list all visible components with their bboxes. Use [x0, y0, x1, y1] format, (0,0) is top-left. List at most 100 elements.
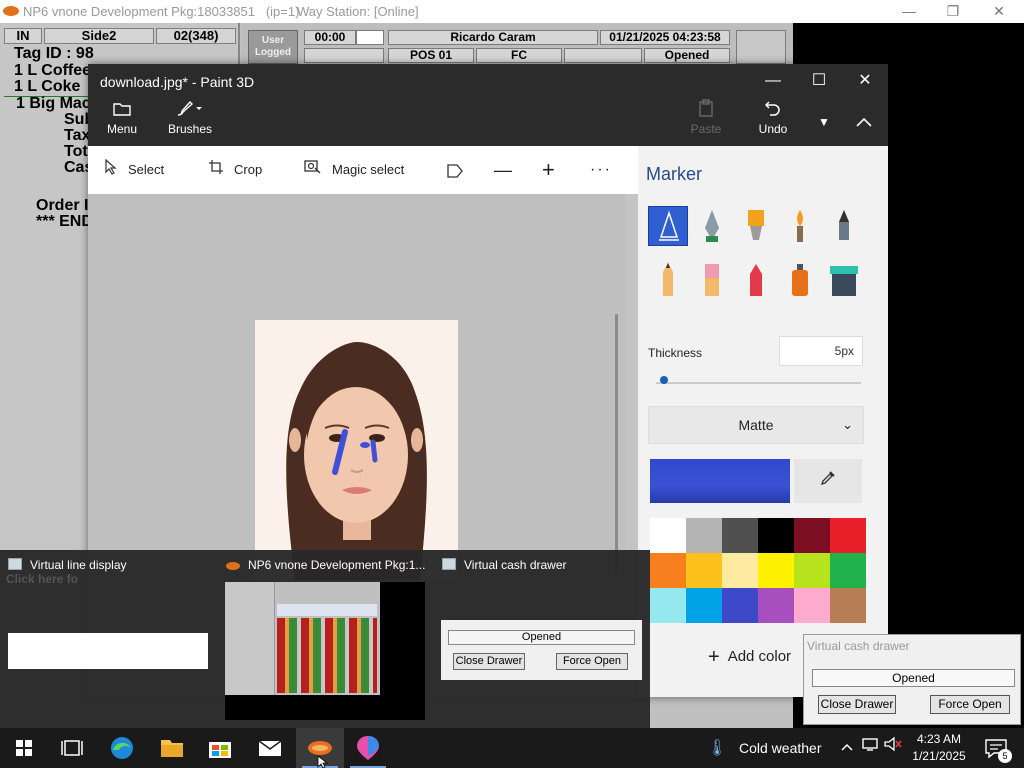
system-clock[interactable]: 4:23 AM 1/21/2025	[906, 731, 972, 765]
preview-thumbnail[interactable]: Opened Close Drawer Force Open	[441, 620, 642, 680]
edge-taskbar-button[interactable]	[98, 728, 146, 768]
user-logged-button[interactable]: User Logged	[248, 30, 298, 64]
way-station-status: Way Station: [Online]	[297, 4, 419, 19]
pos-side-button[interactable]	[736, 30, 786, 64]
brushes-button[interactable]: Brushes	[164, 98, 216, 146]
color-swatch[interactable]	[758, 588, 794, 623]
more-options-icon[interactable]: ···	[590, 146, 612, 194]
watercolor-brush[interactable]	[780, 206, 820, 246]
menu-label: Menu	[106, 122, 138, 136]
weather-widget[interactable]: 🌡 Cold weather	[707, 728, 822, 768]
current-color-swatch[interactable]	[650, 459, 790, 503]
maximize-icon[interactable]: ☐	[796, 64, 842, 98]
preview-thumbnail[interactable]	[8, 633, 208, 669]
color-swatch[interactable]	[686, 588, 722, 623]
mail-button[interactable]	[246, 728, 294, 768]
close-drawer-button[interactable]: Close Drawer	[818, 695, 896, 714]
color-swatch[interactable]	[758, 553, 794, 588]
spray-can-brush[interactable]	[780, 260, 820, 300]
mail-icon	[258, 740, 282, 756]
file-explorer-button[interactable]	[148, 728, 196, 768]
collapse-ribbon-icon[interactable]	[846, 98, 882, 146]
force-open-button[interactable]: Force Open	[930, 695, 1010, 714]
view-3d-icon[interactable]	[446, 146, 464, 194]
thickness-input[interactable]: 5px	[779, 336, 863, 366]
color-swatch[interactable]	[722, 553, 758, 588]
color-swatch[interactable]	[794, 588, 830, 623]
canvas-scrollbar[interactable]	[615, 314, 618, 574]
marker-brush[interactable]	[648, 206, 688, 246]
weather-text: Cold weather	[739, 740, 822, 756]
color-swatch[interactable]	[686, 553, 722, 588]
undo-button[interactable]: Undo	[750, 98, 796, 146]
select-label: Select	[128, 162, 165, 177]
paint3d-toolbar: Menu Brushes Paste Undo ▼	[88, 98, 888, 146]
thickness-slider-track[interactable]	[656, 382, 861, 384]
color-swatch[interactable]	[830, 518, 866, 553]
taskbar: 🌡 Cold weather 4:23 AM 1/21/2025 5	[0, 728, 1024, 768]
paint3d-taskbar-button[interactable]	[344, 728, 392, 768]
preview-thumbnail[interactable]	[225, 582, 425, 720]
calligraphy-pen-brush[interactable]	[692, 206, 732, 246]
menu-button[interactable]: Menu	[98, 98, 146, 146]
minimize-icon[interactable]: —	[886, 0, 932, 23]
pos-thumb-menu-grid	[277, 618, 377, 693]
fill-brush[interactable]	[824, 260, 864, 300]
magic-select-tool[interactable]: Magic select	[304, 146, 404, 194]
color-swatch[interactable]	[650, 588, 686, 623]
color-swatch[interactable]	[830, 588, 866, 623]
pen-brush[interactable]	[824, 206, 864, 246]
pencil-brush[interactable]	[648, 260, 688, 300]
color-swatch[interactable]	[650, 518, 686, 553]
task-view-button[interactable]	[48, 728, 96, 768]
magic-select-icon	[304, 147, 322, 195]
preview-cash-drawer[interactable]: Virtual cash drawer	[442, 558, 567, 572]
color-swatch[interactable]	[794, 553, 830, 588]
paste-button[interactable]: Paste	[684, 98, 728, 146]
receipt-line: 1 L Coke	[14, 78, 81, 95]
plus-icon: +	[708, 646, 720, 668]
network-icon[interactable]	[860, 728, 880, 768]
oil-brush[interactable]	[736, 206, 776, 246]
store-button[interactable]	[196, 728, 244, 768]
start-button[interactable]	[0, 728, 48, 768]
color-swatch[interactable]	[794, 518, 830, 553]
preview-title: NP6 vnone Development Pkg:1...	[248, 558, 426, 572]
action-center-button[interactable]: 5	[980, 728, 1014, 768]
close-icon[interactable]: ✕	[842, 64, 888, 98]
add-color-button[interactable]: + Add color	[708, 646, 791, 669]
finish-dropdown[interactable]: Matte ⌄	[648, 406, 864, 444]
color-swatch[interactable]	[758, 518, 794, 553]
eyedropper-button[interactable]	[794, 459, 862, 503]
crop-tool[interactable]: Crop	[208, 146, 262, 194]
color-swatch[interactable]	[722, 588, 758, 623]
thickness-label: Thickness	[648, 346, 703, 360]
maximize-icon[interactable]: ❐	[930, 0, 976, 23]
chevron-down-icon: ⌄	[842, 417, 853, 432]
color-swatch[interactable]	[722, 518, 758, 553]
crop-icon	[208, 147, 224, 195]
spray-can-icon	[792, 264, 808, 296]
zoom-out-icon[interactable]: —	[494, 146, 512, 194]
eraser-brush[interactable]	[692, 260, 732, 300]
paint-bucket-icon	[830, 266, 858, 296]
pencil-icon	[663, 262, 673, 296]
preview-pos-app[interactable]: NP6 vnone Development Pkg:1...	[226, 558, 425, 572]
paint3d-titlebar: download.jpg* - Paint 3D — ☐ ✕	[88, 64, 888, 98]
select-tool[interactable]: Select	[104, 146, 164, 194]
chevron-up-icon[interactable]	[838, 728, 856, 768]
crayon-brush[interactable]	[736, 260, 776, 300]
close-icon[interactable]: ✕	[976, 0, 1022, 23]
window-icon	[442, 558, 456, 570]
preview-line-display[interactable]: Virtual line display	[8, 558, 127, 572]
color-swatch[interactable]	[830, 553, 866, 588]
color-swatch[interactable]	[650, 553, 686, 588]
marker-icon	[659, 210, 679, 241]
zoom-in-icon[interactable]: +	[542, 146, 555, 194]
volume-muted-icon[interactable]	[882, 728, 904, 768]
canvas-image[interactable]	[255, 320, 458, 580]
minimize-icon[interactable]: —	[750, 64, 796, 98]
color-swatch[interactable]	[686, 518, 722, 553]
more-dropdown-icon[interactable]: ▼	[808, 98, 840, 146]
edge-icon	[111, 737, 133, 759]
